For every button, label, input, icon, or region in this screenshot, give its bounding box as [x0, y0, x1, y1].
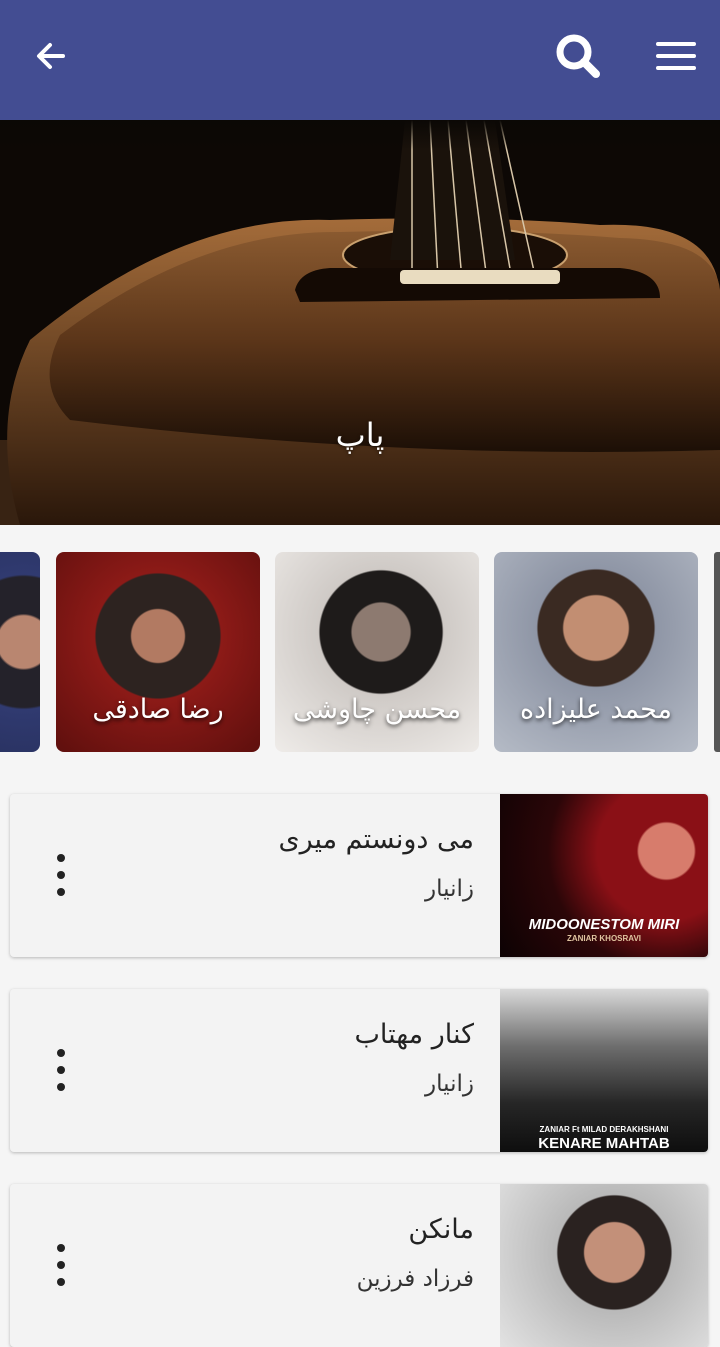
arrow-left-icon: [37, 43, 65, 69]
artist-card[interactable]: [0, 552, 40, 752]
song-cover: MIDOONESTOM MIRI ZANIAR KHOSRAVI: [500, 794, 708, 957]
genre-title: پاپ: [335, 416, 385, 454]
song-artist: فرزاد فرزین: [356, 1266, 474, 1292]
artist-card[interactable]: رضا صادقی: [56, 552, 260, 752]
more-options-button[interactable]: [46, 1049, 76, 1091]
next-artist-card-edge[interactable]: [714, 552, 720, 752]
guitar-image: [0, 120, 720, 525]
cover-subtitle: ZANIAR KHOSRAVI: [566, 934, 642, 943]
back-button[interactable]: [21, 26, 81, 86]
artist-photo: [0, 552, 40, 752]
more-vert-icon: [57, 1049, 65, 1057]
more-vert-icon: [57, 854, 65, 862]
artist-name: رضا صادقی: [92, 694, 224, 725]
genre-banner: پاپ: [0, 120, 720, 525]
song-artist: زانیار: [425, 1071, 474, 1097]
artist-card[interactable]: محمد علیزاده: [494, 552, 698, 752]
artist-name: محسن چاوشی: [292, 694, 462, 725]
banner-shadow: [0, 120, 720, 150]
more-vert-icon: [57, 1244, 65, 1252]
menu-icon: [656, 42, 696, 70]
song-item[interactable]: MIDOONESTOM MIRI ZANIAR KHOSRAVI می دونس…: [10, 794, 708, 957]
app-bar: [0, 0, 720, 120]
song-item[interactable]: مانکن فرزاد فرزین: [10, 1184, 708, 1347]
search-button[interactable]: [548, 26, 608, 86]
cover-title: MIDOONESTOM MIRI: [528, 916, 680, 933]
song-cover: ZANIAR Ft MILAD DERAKHSHANI KENARE MAHTA…: [500, 989, 708, 1152]
artist-carousel[interactable]: محمد علیزاده محسن چاوشی رضا صادقی: [0, 552, 720, 752]
cover-subtitle: ZANIAR Ft MILAD DERAKHSHANI: [539, 1125, 669, 1134]
more-options-button[interactable]: [46, 1244, 76, 1286]
song-title: کنار مهتاب: [354, 1019, 474, 1050]
cover-title: KENARE MAHTAB: [538, 1135, 670, 1152]
artist-card[interactable]: محسن چاوشی: [275, 552, 479, 752]
song-item[interactable]: ZANIAR Ft MILAD DERAKHSHANI KENARE MAHTA…: [10, 989, 708, 1152]
song-title: می دونستم میری: [278, 824, 474, 855]
menu-button[interactable]: [646, 26, 706, 86]
song-artist: زانیار: [425, 876, 474, 902]
song-cover: [500, 1184, 708, 1347]
song-title: مانکن: [408, 1214, 474, 1245]
artist-name: محمد علیزاده: [519, 694, 673, 725]
more-options-button[interactable]: [46, 854, 76, 896]
search-icon: [556, 34, 600, 78]
